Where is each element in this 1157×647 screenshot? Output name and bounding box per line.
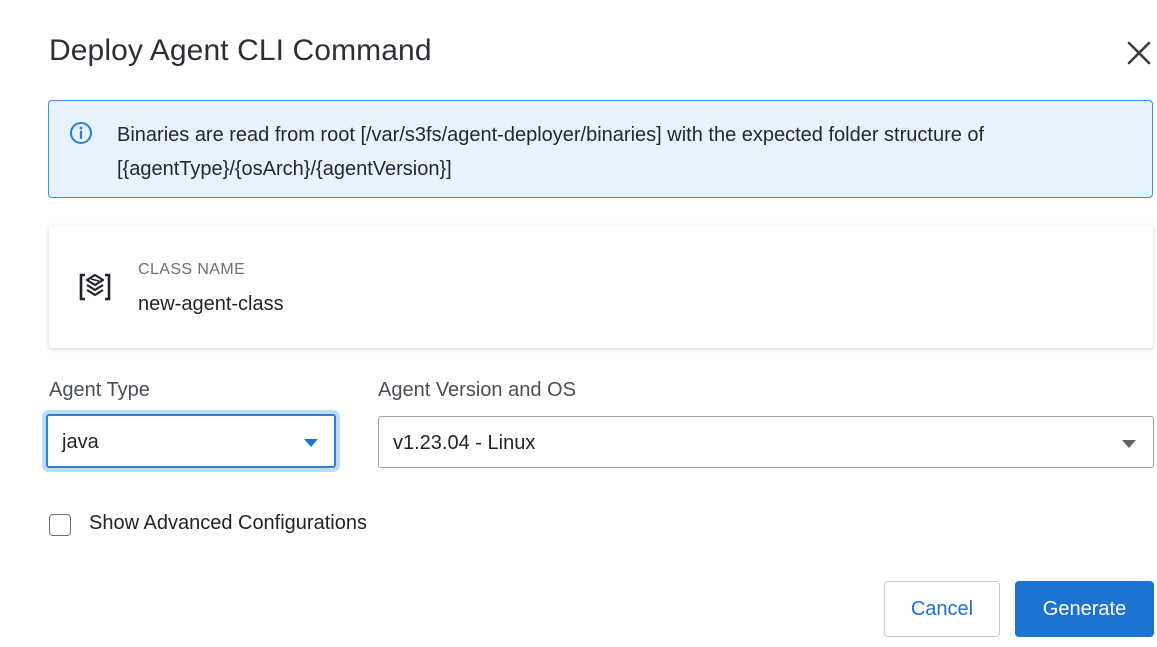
show-advanced-label: Show Advanced Configurations bbox=[89, 512, 367, 534]
agent-version-label: Agent Version and OS bbox=[378, 379, 576, 401]
agent-version-value: v1.23.04 - Linux bbox=[393, 432, 536, 454]
info-icon bbox=[69, 121, 93, 145]
agent-type-value: java bbox=[62, 431, 99, 453]
class-name-value: new-agent-class bbox=[138, 293, 284, 315]
dialog-title: Deploy Agent CLI Command bbox=[49, 34, 432, 67]
agent-type-label: Agent Type bbox=[49, 379, 150, 401]
generate-button[interactable]: Generate bbox=[1015, 581, 1154, 637]
close-button[interactable] bbox=[1122, 36, 1156, 70]
cancel-button[interactable]: Cancel bbox=[884, 581, 1000, 637]
class-name-card: CLASS NAME new-agent-class bbox=[49, 226, 1153, 348]
chevron-down-icon bbox=[1122, 439, 1136, 449]
info-banner: Binaries are read from root [/var/s3fs/a… bbox=[48, 100, 1153, 198]
chevron-down-icon bbox=[304, 438, 318, 448]
deploy-agent-dialog: Deploy Agent CLI Command Binaries are re… bbox=[0, 0, 1157, 647]
close-icon bbox=[1127, 41, 1151, 65]
agent-version-select[interactable]: v1.23.04 - Linux bbox=[378, 416, 1154, 468]
agent-type-select[interactable]: java bbox=[46, 414, 336, 468]
show-advanced-checkbox[interactable] bbox=[49, 514, 71, 536]
info-banner-text: Binaries are read from root [/var/s3fs/a… bbox=[117, 124, 985, 180]
class-name-label: CLASS NAME bbox=[138, 261, 246, 278]
agent-class-icon bbox=[78, 270, 112, 304]
